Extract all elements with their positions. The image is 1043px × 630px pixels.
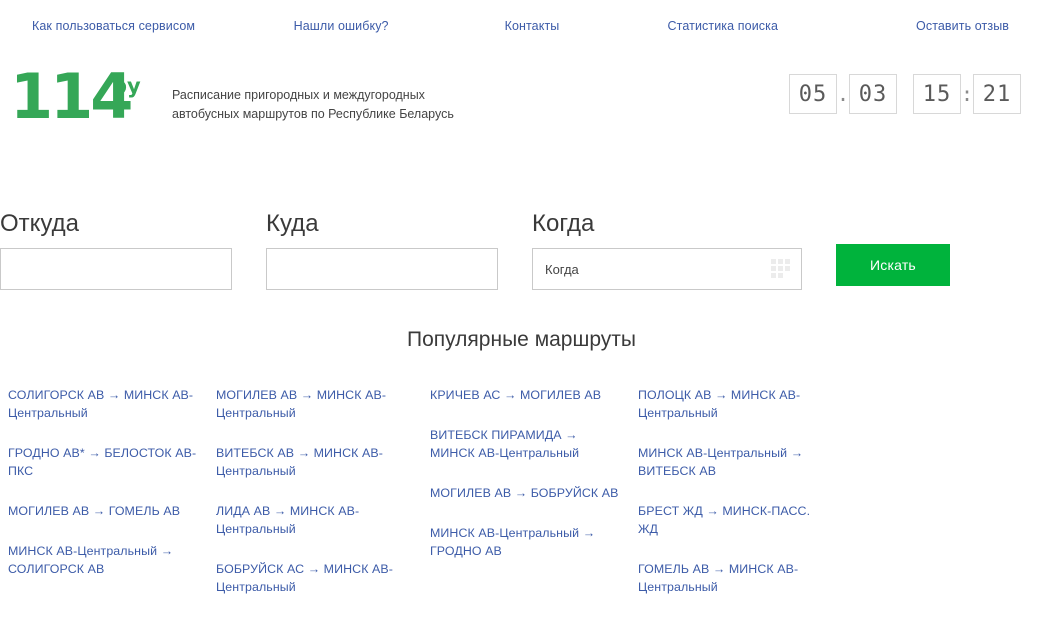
route-link[interactable]: ПОЛОЦК АВ → МИНСК АВ-Центральный <box>638 386 832 422</box>
site-logo[interactable]: 114 by <box>0 66 158 128</box>
route-to: МИНСК АВ-Центральный <box>430 446 580 460</box>
arrow-right-icon: → <box>790 446 804 460</box>
route-link[interactable]: ГОМЕЛЬ АВ → МИНСК АВ-Центральный <box>638 560 832 596</box>
route-from: КРИЧЕВ АС <box>430 388 501 402</box>
route-from: МИНСК АВ-Центральный <box>430 526 580 540</box>
nav-item-how-to-use[interactable]: Как пользоваться сервисом <box>28 19 246 33</box>
route-to: ГОМЕЛЬ АВ <box>108 504 181 518</box>
route-from: МИНСК АВ-Центральный <box>638 446 788 460</box>
arrow-right-icon: → <box>92 504 106 518</box>
route-link[interactable]: БОБРУЙСК АС → МИНСК АВ-Центральный <box>216 560 416 596</box>
tagline-line-1: Расписание пригородных и междугородных <box>172 88 425 102</box>
arrow-right-icon: → <box>706 504 719 518</box>
route-to: ГРОДНО АВ <box>430 544 502 558</box>
route-link[interactable]: МИНСК АВ-Центральный → ВИТЕБСК АВ <box>638 444 832 480</box>
site-tagline: Расписание пригородных и междугородных а… <box>172 66 454 124</box>
route-to: СОЛИГОРСК АВ <box>8 562 105 576</box>
routes-column-3: КРИЧЕВ АС → МОГИЛЕВ АВ ВИТЕБСК ПИРАМИДА … <box>424 386 632 618</box>
search-input-to[interactable] <box>266 248 498 290</box>
route-from: ГОМЕЛЬ АВ <box>638 562 710 576</box>
label-when: Когда <box>532 210 595 237</box>
arrow-right-icon: → <box>307 562 321 576</box>
route-from: ПОЛОЦК АВ <box>638 388 712 402</box>
logo-suffix: by <box>112 74 141 98</box>
route-link[interactable]: МИНСК АВ-Центральный → ГРОДНО АВ <box>430 524 624 560</box>
route-link[interactable]: МОГИЛЕВ АВ → ГОМЕЛЬ АВ <box>8 502 208 520</box>
route-from: ВИТЕБСК ПИРАМИДА <box>430 428 562 442</box>
top-navigation: Как пользоваться сервисом Нашли ошибку? … <box>0 0 1043 52</box>
nav-item-leave-feedback[interactable]: Оставить отзыв <box>818 19 1015 33</box>
routes-column-1: СОЛИГОРСК АВ → МИНСК АВ-Центральный ГРОД… <box>8 386 216 618</box>
route-from: СОЛИГОРСК АВ <box>8 388 105 402</box>
route-link[interactable]: СОЛИГОРСК АВ → МИНСК АВ-Центральный <box>8 386 208 422</box>
arrow-right-icon: → <box>504 388 517 402</box>
route-from: МИНСК АВ-Центральный <box>8 544 158 558</box>
route-from: БРЕСТ ЖД <box>638 504 703 518</box>
search-input-from[interactable] <box>0 248 232 290</box>
route-from: ГРОДНО АВ* <box>8 446 85 460</box>
arrow-right-icon: → <box>297 446 311 460</box>
search-form: Откуда Куда Когда Искать <box>0 210 1043 320</box>
clock-day: 05 <box>789 74 837 114</box>
popular-routes-title: Популярные маршруты <box>407 328 636 351</box>
route-to: ВИТЕБСК АВ <box>638 464 717 478</box>
popular-routes-grid: СОЛИГОРСК АВ → МИНСК АВ-Центральный ГРОД… <box>0 352 1043 618</box>
clock-minutes: 21 <box>973 74 1021 114</box>
route-to: БОБРУЙСК АВ <box>530 486 619 500</box>
route-link[interactable]: МОГИЛЕВ АВ → БОБРУЙСК АВ <box>430 484 624 502</box>
label-from: Откуда <box>0 210 79 237</box>
route-link[interactable]: ВИТЕБСК АВ → МИНСК АВ-Центральный <box>216 444 416 480</box>
arrow-right-icon: → <box>714 388 728 402</box>
arrow-right-icon: → <box>712 562 726 576</box>
route-to: МОГИЛЕВ АВ <box>519 388 602 402</box>
search-submit-button[interactable]: Искать <box>836 244 950 286</box>
route-from: ВИТЕБСК АВ <box>216 446 295 460</box>
arrow-right-icon: → <box>582 526 596 540</box>
nav-item-search-statistics[interactable]: Статистика поиска <box>627 19 818 33</box>
routes-column-2: МОГИЛЕВ АВ → МИНСК АВ-Центральный ВИТЕБС… <box>216 386 424 618</box>
arrow-right-icon: → <box>273 504 287 518</box>
search-input-date[interactable] <box>532 248 802 290</box>
route-link[interactable]: МИНСК АВ-Центральный → СОЛИГОРСК АВ <box>8 542 208 578</box>
arrow-right-icon: → <box>565 428 578 442</box>
brand-header: 114 by Расписание пригородных и междугор… <box>0 52 1043 148</box>
routes-column-4: ПОЛОЦК АВ → МИНСК АВ-Центральный МИНСК А… <box>632 386 840 618</box>
route-from: МОГИЛЕВ АВ <box>430 486 512 500</box>
route-from: ЛИДА АВ <box>216 504 271 518</box>
route-from: МОГИЛЕВ АВ <box>216 388 298 402</box>
route-from: МОГИЛЕВ АВ <box>8 504 90 518</box>
clock-date-separator: . <box>837 82 850 106</box>
arrow-right-icon: → <box>514 486 528 500</box>
field-to: Куда <box>266 210 498 290</box>
tagline-line-2: автобусных маршрутов по Республике Белар… <box>172 107 454 121</box>
clock-hours: 15 <box>913 74 961 114</box>
route-link[interactable]: БРЕСТ ЖД → МИНСК-ПАСС. ЖД <box>638 502 832 538</box>
clock-widget: 05 . 03 15 : 21 <box>789 74 1021 114</box>
route-link[interactable]: КРИЧЕВ АС → МОГИЛЕВ АВ <box>430 386 624 404</box>
arrow-right-icon: → <box>160 544 174 558</box>
route-link[interactable]: ЛИДА АВ → МИНСК АВ-Центральный <box>216 502 416 538</box>
route-link[interactable]: МОГИЛЕВ АВ → МИНСК АВ-Центральный <box>216 386 416 422</box>
route-link[interactable]: ГРОДНО АВ* → БЕЛОСТОК АВ-ПКС <box>8 444 208 480</box>
field-from: Откуда <box>0 210 232 290</box>
arrow-right-icon: → <box>300 388 314 402</box>
clock-month: 03 <box>849 74 897 114</box>
field-when: Когда <box>532 210 802 290</box>
route-from: БОБРУЙСК АС <box>216 562 305 576</box>
arrow-right-icon: → <box>88 446 101 460</box>
route-link[interactable]: ВИТЕБСК ПИРАМИДА → МИНСК АВ-Центральный <box>430 426 624 462</box>
nav-item-contacts[interactable]: Контакты <box>437 19 628 33</box>
clock-time-separator: : <box>961 82 974 106</box>
nav-item-found-error[interactable]: Нашли ошибку? <box>246 19 437 33</box>
arrow-right-icon: → <box>107 388 121 402</box>
date-input-wrapper <box>532 248 802 290</box>
label-to: Куда <box>266 210 319 237</box>
